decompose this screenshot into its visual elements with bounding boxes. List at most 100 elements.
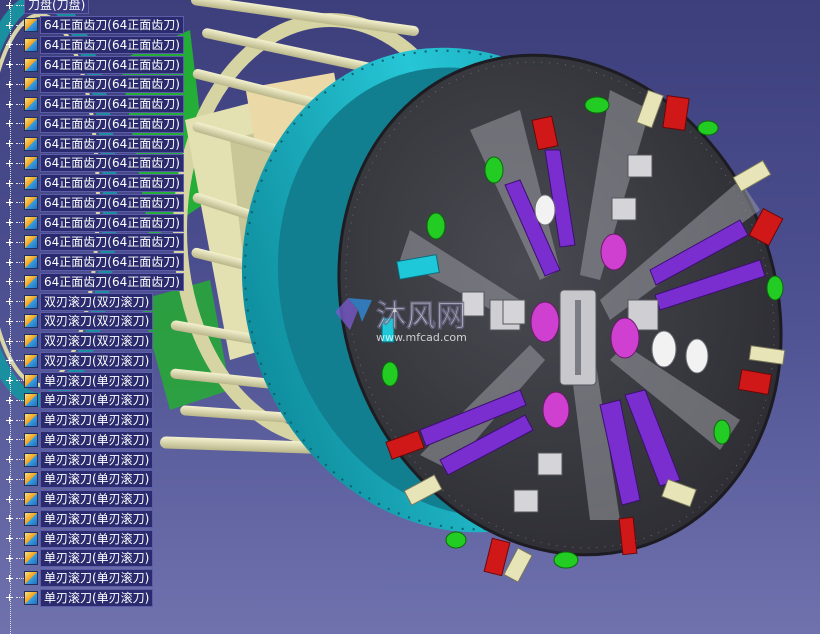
tree-node[interactable]: 64正面齿刀(64正面齿刀) (0, 16, 184, 34)
tree-node-label[interactable]: 64正面齿刀(64正面齿刀) (40, 114, 184, 133)
tree-node-label[interactable]: 单刃滚刀(单刃滚刀) (40, 450, 154, 469)
tree-node[interactable]: 单刃滚刀(单刃滚刀) (0, 450, 154, 469)
tree-node-label[interactable]: 64正面齿刀(64正面齿刀) (40, 174, 184, 192)
expand-icon[interactable] (6, 278, 13, 286)
tree-node[interactable]: 64正面齿刀(64正面齿刀) (0, 35, 184, 54)
tree-node-label[interactable]: 单刃滚刀(单刃滚刀) (40, 549, 154, 568)
tree-node[interactable]: 单刃滚刀(单刃滚刀) (0, 588, 154, 607)
tree-node-label[interactable]: 64正面齿刀(64正面齿刀) (40, 213, 184, 232)
expand-icon[interactable] (6, 515, 13, 523)
tree-node[interactable]: 64正面齿刀(64正面齿刀) (0, 253, 184, 271)
expand-icon[interactable] (6, 396, 13, 404)
tree-node[interactable]: 64正面齿刀(64正面齿刀) (0, 213, 184, 232)
tree-node[interactable]: 双刃滚刀(双刃滚刀) (0, 292, 154, 311)
tree-node[interactable]: 单刃滚刀(单刃滚刀) (0, 549, 154, 568)
expand-icon[interactable] (6, 574, 13, 582)
tree-node[interactable]: 单刃滚刀(单刃滚刀) (0, 529, 154, 548)
expand-icon[interactable] (6, 475, 13, 483)
tree-node[interactable]: 64正面齿刀(64正面齿刀) (0, 95, 184, 113)
tree-node[interactable]: 64正面齿刀(64正面齿刀) (0, 154, 184, 173)
expand-icon[interactable] (6, 337, 13, 345)
expand-icon[interactable] (6, 436, 13, 444)
tree-node[interactable]: 单刃滚刀(单刃滚刀) (0, 569, 154, 587)
expand-icon[interactable] (6, 535, 13, 542)
expand-icon[interactable] (6, 238, 13, 246)
expand-icon[interactable] (6, 554, 13, 562)
part-icon (24, 492, 38, 506)
tree-node[interactable]: 64正面齿刀(64正面齿刀) (0, 134, 184, 153)
tree-node-label[interactable]: 单刃滚刀(单刃滚刀) (40, 391, 154, 410)
tree-node-label[interactable]: 64正面齿刀(64正面齿刀) (40, 134, 184, 153)
tree-node-label[interactable]: 64正面齿刀(64正面齿刀) (40, 16, 184, 34)
tree-node[interactable]: 单刃滚刀(单刃滚刀) (0, 371, 154, 390)
expand-icon[interactable] (6, 317, 13, 325)
tree-connector (16, 597, 24, 599)
tree-node-label[interactable]: 单刃滚刀(单刃滚刀) (40, 470, 154, 489)
tree-root-node[interactable]: 刀盘(刀盘) (0, 0, 90, 14)
tree-node[interactable]: 双刃滚刀(双刃滚刀) (0, 351, 154, 370)
expand-icon[interactable] (6, 140, 13, 147)
expand-icon[interactable] (6, 1, 13, 9)
expand-icon[interactable] (6, 456, 13, 463)
tree-node[interactable]: 单刃滚刀(单刃滚刀) (0, 470, 154, 489)
tree-connector (16, 301, 24, 302)
tree-node-label[interactable]: 单刃滚刀(单刃滚刀) (40, 411, 154, 429)
tree-node-label[interactable]: 单刃滚刀(单刃滚刀) (40, 509, 154, 528)
tree-node-label[interactable]: 64正面齿刀(64正面齿刀) (40, 193, 184, 212)
tree-node-label[interactable]: 单刃滚刀(单刃滚刀) (40, 490, 154, 508)
expand-icon[interactable] (6, 219, 13, 226)
tree-node[interactable]: 64正面齿刀(64正面齿刀) (0, 75, 184, 94)
tree-node-label[interactable]: 64正面齿刀(64正面齿刀) (40, 55, 184, 74)
expand-icon[interactable] (6, 100, 13, 108)
tree-node[interactable]: 64正面齿刀(64正面齿刀) (0, 233, 184, 252)
expand-icon[interactable] (6, 159, 13, 167)
tree-node[interactable]: 64正面齿刀(64正面齿刀) (0, 193, 184, 212)
tree-node-label[interactable]: 双刃滚刀(双刃滚刀) (40, 312, 154, 331)
tree-node-label[interactable]: 64正面齿刀(64正面齿刀) (40, 95, 184, 113)
tree-node[interactable]: 64正面齿刀(64正面齿刀) (0, 272, 184, 291)
tree-node-label[interactable]: 双刃滚刀(双刃滚刀) (40, 292, 154, 311)
tree-node-label[interactable]: 双刃滚刀(双刃滚刀) (40, 351, 154, 370)
tree-node[interactable]: 单刃滚刀(单刃滚刀) (0, 391, 154, 410)
tree-node-label[interactable]: 单刃滚刀(单刃滚刀) (40, 529, 154, 548)
tree-node-label[interactable]: 64正面齿刀(64正面齿刀) (40, 154, 184, 173)
expand-icon[interactable] (6, 21, 13, 29)
tree-node[interactable]: 单刃滚刀(单刃滚刀) (0, 490, 154, 508)
tree-node[interactable]: 64正面齿刀(64正面齿刀) (0, 55, 184, 74)
tree-node-label[interactable]: 64正面齿刀(64正面齿刀) (40, 253, 184, 271)
part-icon (24, 393, 38, 408)
expand-icon[interactable] (6, 199, 13, 207)
expand-icon[interactable] (6, 495, 13, 503)
expand-icon[interactable] (6, 377, 13, 384)
tree-node-label[interactable]: 64正面齿刀(64正面齿刀) (40, 233, 184, 252)
tree-node-label[interactable]: 单刃滚刀(单刃滚刀) (40, 430, 154, 449)
expand-icon[interactable] (6, 120, 13, 128)
expand-icon[interactable] (6, 61, 13, 68)
tree-node[interactable]: 单刃滚刀(单刃滚刀) (0, 430, 154, 449)
tree-node-label[interactable]: 64正面齿刀(64正面齿刀) (40, 35, 184, 54)
expand-icon[interactable] (6, 357, 13, 365)
expand-icon[interactable] (6, 594, 13, 602)
expand-icon[interactable] (6, 179, 13, 187)
part-icon (24, 37, 38, 52)
tree-node[interactable]: 单刃滚刀(单刃滚刀) (0, 509, 154, 528)
tree-node[interactable]: 单刃滚刀(单刃滚刀) (0, 411, 154, 429)
tree-node-label[interactable]: 单刃滚刀(单刃滚刀) (40, 569, 154, 587)
expand-icon[interactable] (6, 416, 13, 424)
tree-connector (16, 478, 24, 480)
tree-node[interactable]: 64正面齿刀(64正面齿刀) (0, 174, 184, 192)
expand-icon[interactable] (6, 41, 13, 49)
tree-node-label[interactable]: 单刃滚刀(单刃滚刀) (40, 588, 154, 607)
expand-icon[interactable] (6, 80, 13, 88)
tree-node[interactable]: 双刃滚刀(双刃滚刀) (0, 312, 154, 331)
expand-icon[interactable] (6, 298, 13, 305)
tree-node-label[interactable]: 单刃滚刀(单刃滚刀) (40, 371, 154, 390)
tree-node-label[interactable]: 双刃滚刀(双刃滚刀) (40, 332, 154, 350)
expand-icon[interactable] (6, 258, 13, 266)
tree-node[interactable]: 64正面齿刀(64正面齿刀) (0, 114, 184, 133)
tree-node[interactable]: 双刃滚刀(双刃滚刀) (0, 332, 154, 350)
tree-connector (16, 498, 24, 500)
tree-root-label[interactable]: 刀盘(刀盘) (24, 0, 90, 14)
tree-node-label[interactable]: 64正面齿刀(64正面齿刀) (40, 272, 184, 291)
tree-node-label[interactable]: 64正面齿刀(64正面齿刀) (40, 75, 184, 94)
